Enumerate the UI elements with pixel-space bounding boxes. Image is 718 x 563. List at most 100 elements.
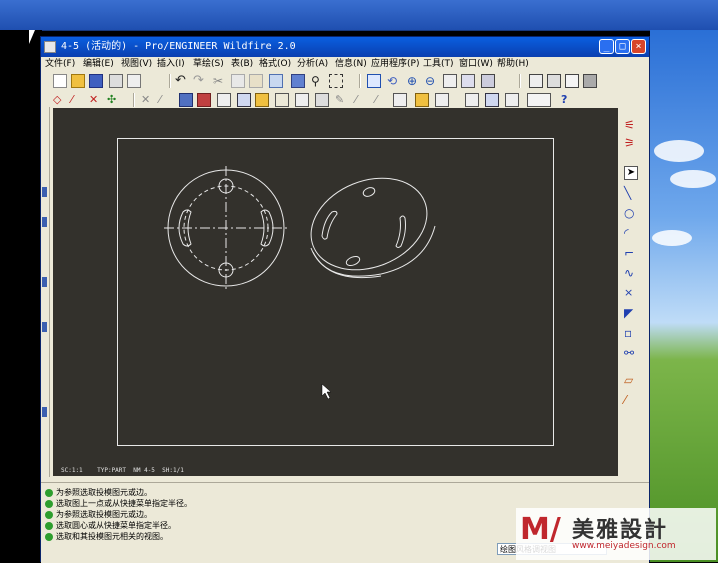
left-collapse-strip[interactable] <box>41 107 50 477</box>
refit-icon[interactable] <box>443 74 457 88</box>
trim-icon[interactable]: ✎ <box>335 93 349 107</box>
dimension-icon[interactable]: ◇ <box>53 93 67 107</box>
new-icon[interactable] <box>53 74 67 88</box>
wireframe-icon[interactable] <box>529 74 543 88</box>
message-arrow-icon <box>45 510 53 519</box>
fillet-tool-icon[interactable]: ⌐ <box>624 246 638 260</box>
watermark-url: www.meiyadesign.com <box>572 541 676 551</box>
flip-icon[interactable] <box>197 93 211 107</box>
slash-tool-icon[interactable]: ⁄ <box>624 393 638 407</box>
model-icon[interactable] <box>485 93 499 107</box>
menu-sketch[interactable]: 草绘(S) <box>193 57 224 71</box>
front-view <box>164 166 290 290</box>
title-bar[interactable]: 4-5 (活动的) - Pro/ENGINEER Wildfire 2.0 _ … <box>41 37 649 57</box>
symbol-icon[interactable]: ✕ <box>89 93 103 107</box>
circle-tool-icon[interactable]: ○ <box>624 206 638 220</box>
dimension-new-icon[interactable]: ⚟ <box>624 118 638 132</box>
menu-view[interactable]: 视图(V) <box>121 57 152 71</box>
menu-table[interactable]: 表(B) <box>231 57 253 71</box>
close-button[interactable]: × <box>631 39 646 54</box>
orient-icon[interactable] <box>461 74 475 88</box>
drawing-views[interactable] <box>53 108 618 476</box>
view-manager-icon[interactable] <box>481 74 495 88</box>
line-tool-icon[interactable]: ╲ <box>624 186 638 200</box>
mirror-tool-icon[interactable]: ⚯ <box>624 346 638 360</box>
group-icon[interactable] <box>393 93 407 107</box>
message-arrow-icon <box>45 521 53 530</box>
balloon-icon[interactable]: ✣ <box>107 93 121 107</box>
repaint-icon[interactable] <box>367 74 381 88</box>
message-arrow-icon <box>45 488 53 497</box>
email-icon[interactable] <box>127 74 141 88</box>
mouse-cursor-icon <box>29 30 35 44</box>
print-icon[interactable] <box>109 74 123 88</box>
minimize-button[interactable]: _ <box>599 39 614 54</box>
move-icon[interactable]: ✕ <box>141 93 155 107</box>
spin-icon[interactable]: ⟲ <box>387 74 401 88</box>
message-line: 选取和其投模图元相关的视图。 <box>45 531 168 542</box>
redo-icon[interactable]: ↷ <box>193 74 207 88</box>
extend-icon[interactable]: ⁄ <box>375 93 389 107</box>
menu-tools[interactable]: 工具(T) <box>423 57 454 71</box>
top-desktop-bar <box>0 0 718 31</box>
spline-tool-icon[interactable]: ∿ <box>624 266 638 280</box>
offset-tool-icon[interactable]: ◤ <box>624 306 638 320</box>
align-icon[interactable] <box>179 93 193 107</box>
dimension-ordinate-icon[interactable]: ⚞ <box>624 136 638 150</box>
mouse-pointer-icon <box>321 383 332 400</box>
split-icon[interactable]: ⁄ <box>355 93 369 107</box>
cut-icon[interactable]: ✂ <box>213 74 227 88</box>
copy-icon[interactable] <box>231 74 245 88</box>
folder-icon[interactable] <box>415 93 429 107</box>
menu-format[interactable]: 格式(O) <box>259 57 291 71</box>
point-tool-icon[interactable]: × <box>624 286 638 300</box>
maximize-button[interactable]: □ <box>615 39 630 54</box>
rectangle-tool-icon[interactable]: ▫ <box>624 326 638 340</box>
save-icon[interactable] <box>89 74 103 88</box>
menu-info[interactable]: 信息(N) <box>335 57 367 71</box>
note-icon[interactable]: ⁄ <box>71 93 85 107</box>
line-style-icon[interactable] <box>275 93 289 107</box>
zoom-in-icon[interactable]: ⊕ <box>407 74 421 88</box>
list-icon[interactable] <box>505 93 519 107</box>
drawing-canvas[interactable]: SC:1:1 TYP:PART NM 4-5 SH:1/1 <box>53 108 618 476</box>
toolbar-row-1: ↶ ↷ ✂ ⚲ ⟲ ⊕ ⊖ <box>41 72 649 90</box>
zoom-out-icon[interactable]: ⊖ <box>425 74 439 88</box>
menu-analysis[interactable]: 分析(A) <box>297 57 328 71</box>
hatch-icon[interactable] <box>295 93 309 107</box>
open-icon[interactable] <box>71 74 85 88</box>
toolbar-row-2: ◇ ⁄ ✕ ✣ ✕ ⁄ ✎ ⁄ ⁄ ? <box>41 91 649 109</box>
table-icon[interactable] <box>217 93 231 107</box>
paste-special-icon[interactable] <box>269 74 283 88</box>
menu-file[interactable]: 文件(F) <box>45 57 75 71</box>
arc-tool-icon[interactable]: ◜ <box>624 226 638 240</box>
sheet-icon[interactable] <box>465 93 479 107</box>
layer-icon[interactable] <box>255 93 269 107</box>
parallelogram-tool-icon[interactable]: ▱ <box>624 373 638 387</box>
message-arrow-icon <box>45 499 53 508</box>
format-icon[interactable] <box>435 93 449 107</box>
message-line: 选取圆心或从快捷菜单指定半径。 <box>45 520 176 531</box>
menu-window[interactable]: 窗口(W) <box>459 57 493 71</box>
right-sketch-toolbar: ⚟ ⚞ ➤ ╲ ○ ◜ ⌐ ∿ × ◤ ▫ ⚯ ▱ ⁄ <box>619 108 649 476</box>
select-pointer-icon[interactable]: ➤ <box>624 166 638 180</box>
menu-applications[interactable]: 应用程序(P) <box>371 57 419 71</box>
undo-icon[interactable]: ↶ <box>175 74 189 88</box>
regenerate-icon[interactable] <box>291 74 305 88</box>
desktop-left-area <box>0 30 42 562</box>
menu-help[interactable]: 帮助(H) <box>497 57 529 71</box>
shading-icon[interactable] <box>583 74 597 88</box>
hidden-line-icon[interactable] <box>547 74 561 88</box>
menu-edit[interactable]: 编辑(E) <box>83 57 114 71</box>
snapshot-icon[interactable] <box>237 93 251 107</box>
app-icon <box>44 41 56 53</box>
section-icon[interactable] <box>315 93 329 107</box>
no-hidden-icon[interactable] <box>565 74 579 88</box>
erase-icon[interactable]: ⁄ <box>159 93 173 107</box>
menu-insert[interactable]: 插入(I) <box>157 57 185 71</box>
find-icon[interactable]: ⚲ <box>311 74 325 88</box>
view-display-icon[interactable] <box>527 93 551 107</box>
help-icon[interactable]: ? <box>561 93 575 107</box>
paste-icon[interactable] <box>249 74 263 88</box>
select-box-icon[interactable] <box>329 74 343 88</box>
